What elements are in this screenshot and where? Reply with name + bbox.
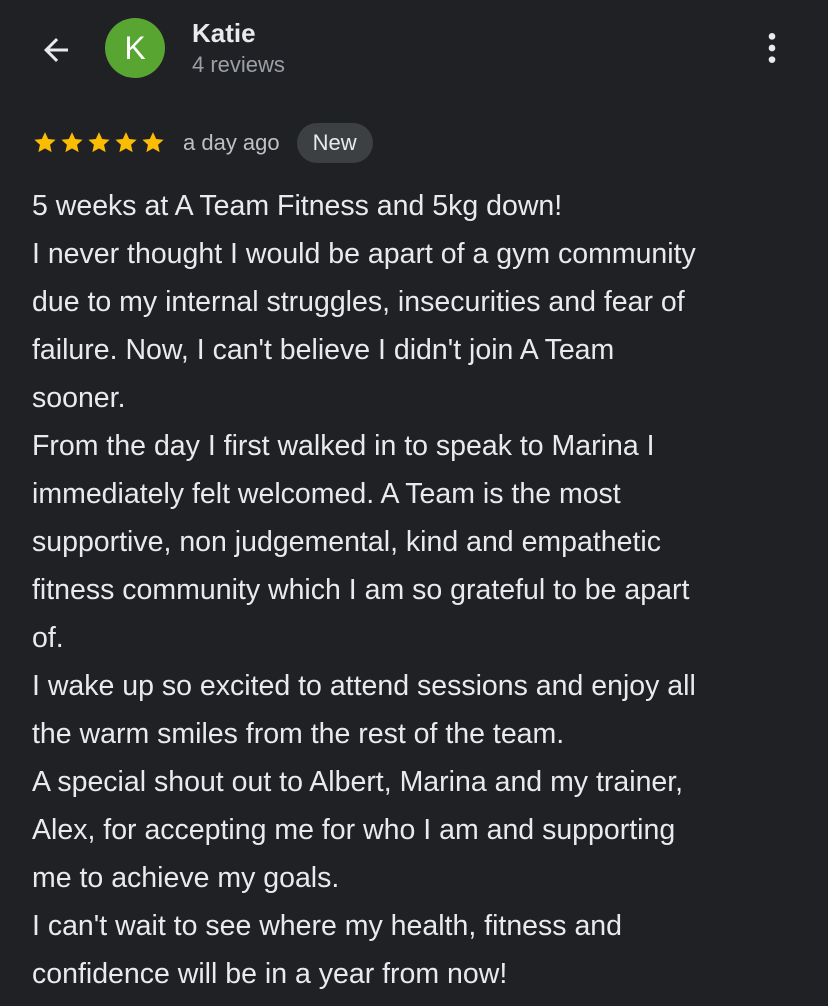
review-line: Alex, for accepting me for who I am and … (32, 814, 676, 846)
review-line: I can't wait to see where my health, fit… (32, 910, 622, 942)
new-badge: New (296, 123, 373, 163)
star-icon (34, 132, 56, 153)
review-header: K Katie 4 reviews (0, 0, 828, 110)
avatar[interactable]: K (105, 18, 165, 78)
review-line: failure. Now, I can't believe I didn't j… (32, 334, 615, 366)
author-name[interactable]: Katie (192, 17, 256, 49)
review-meta: a day ago New (32, 122, 373, 164)
star-rating (32, 130, 166, 156)
more-options-button[interactable] (748, 24, 796, 72)
review-time: a day ago (183, 130, 280, 155)
review-line: I never thought I would be apart of a gy… (32, 238, 696, 270)
review-line: the warm smiles from the rest of the tea… (32, 718, 565, 750)
author-review-count: 4 reviews (192, 52, 285, 77)
review-line: immediately felt welcomed. A Team is the… (32, 478, 621, 510)
review-line: me to achieve my goals. (32, 862, 340, 894)
arrow-left-icon (44, 38, 68, 62)
review-line: of. (32, 622, 64, 654)
star-icon (61, 132, 83, 153)
star-icon (142, 132, 164, 153)
review-line: due to my internal struggles, insecuriti… (32, 286, 685, 318)
more-vertical-icon (768, 33, 776, 63)
avatar-letter: K (124, 29, 146, 66)
review-line: confidence will be in a year from now! (32, 958, 508, 990)
review-line: 5 weeks at A Team Fitness and 5kg down! (32, 190, 563, 222)
review-line: I wake up so excited to attend sessions … (32, 670, 696, 702)
review-line: supportive, non judgemental, kind and em… (32, 526, 661, 558)
back-button[interactable] (32, 26, 80, 74)
star-icon (88, 132, 110, 153)
review-text: 5 weeks at A Team Fitness and 5kg down! I… (32, 182, 802, 998)
review-line: From the day I first walked in to speak … (32, 430, 655, 462)
review-line: sooner. (32, 382, 126, 414)
review-line: fitness community which I am so grateful… (32, 574, 690, 606)
star-icon (115, 132, 137, 153)
review-line: A special shout out to Albert, Marina an… (32, 766, 684, 798)
